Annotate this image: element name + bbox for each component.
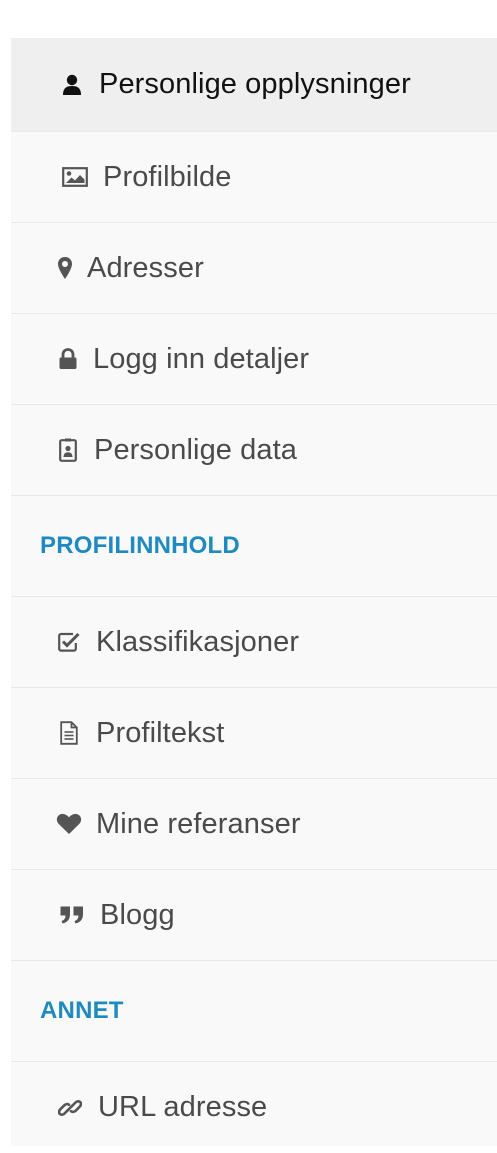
menu-item-label: Profilbilde [103, 160, 232, 193]
menu-item-adresser[interactable]: Adresser [11, 223, 497, 314]
menu-item-personlige-data[interactable]: Personlige data [11, 405, 497, 496]
menu-item-label: Logg inn detaljer [93, 342, 310, 375]
menu-item-label: Klassifikasjoner [96, 625, 300, 658]
check-square-icon [58, 629, 80, 655]
menu-item-blogg[interactable]: Blogg [11, 870, 497, 961]
user-icon [59, 72, 85, 98]
top-bar [0, 0, 497, 38]
document-icon [60, 720, 78, 746]
menu-item-label: Personlige opplysninger [99, 68, 411, 100]
menu-item-klassifikasjoner[interactable]: Klassifikasjoner [11, 597, 497, 688]
menu-item-profiltekst[interactable]: Profiltekst [11, 688, 497, 779]
menu-item-label: Blogg [100, 898, 175, 931]
image-icon [61, 164, 89, 190]
quote-icon [60, 902, 84, 928]
section-annet: ANNET [11, 961, 497, 1062]
heart-icon [56, 811, 82, 837]
map-marker-icon [57, 255, 73, 281]
id-badge-icon [58, 437, 78, 463]
menu-item-profilbilde[interactable]: Profilbilde [11, 132, 497, 223]
menu-item-mine-referanser[interactable]: Mine referanser [11, 779, 497, 870]
profile-sidebar-menu: Personlige opplysninger Profilbilde Adre… [11, 38, 497, 1146]
menu-item-label: Profiltekst [96, 716, 225, 749]
menu-item-url-adresse[interactable]: URL adresse [11, 1062, 497, 1153]
section-profilinnhold: PROFILINNHOLD [11, 496, 497, 597]
link-icon [58, 1095, 82, 1121]
menu-item-logg-inn-detaljer[interactable]: Logg inn detaljer [11, 314, 497, 405]
menu-item-label: Mine referanser [96, 807, 301, 840]
menu-item-label: Adresser [87, 251, 204, 284]
section-heading: ANNET [40, 997, 124, 1024]
section-heading: PROFILINNHOLD [40, 532, 240, 559]
lock-icon [57, 346, 79, 372]
menu-item-personlige-opplysninger[interactable]: Personlige opplysninger [11, 38, 497, 132]
menu-item-label: Personlige data [94, 433, 298, 466]
menu-item-label: URL adresse [98, 1091, 268, 1123]
